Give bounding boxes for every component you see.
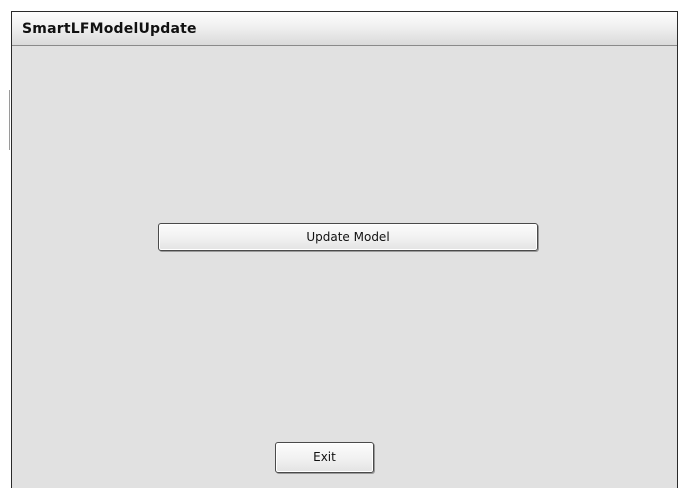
app-window: SmartLFModelUpdate Update Model Exit — [11, 11, 678, 488]
window-title: SmartLFModelUpdate — [22, 21, 197, 37]
background-window-edge — [9, 90, 10, 150]
exit-button[interactable]: Exit — [275, 442, 374, 473]
title-bar[interactable]: SmartLFModelUpdate — [12, 12, 677, 46]
update-model-button[interactable]: Update Model — [158, 223, 538, 251]
window-client-area: Update Model Exit — [12, 46, 677, 488]
